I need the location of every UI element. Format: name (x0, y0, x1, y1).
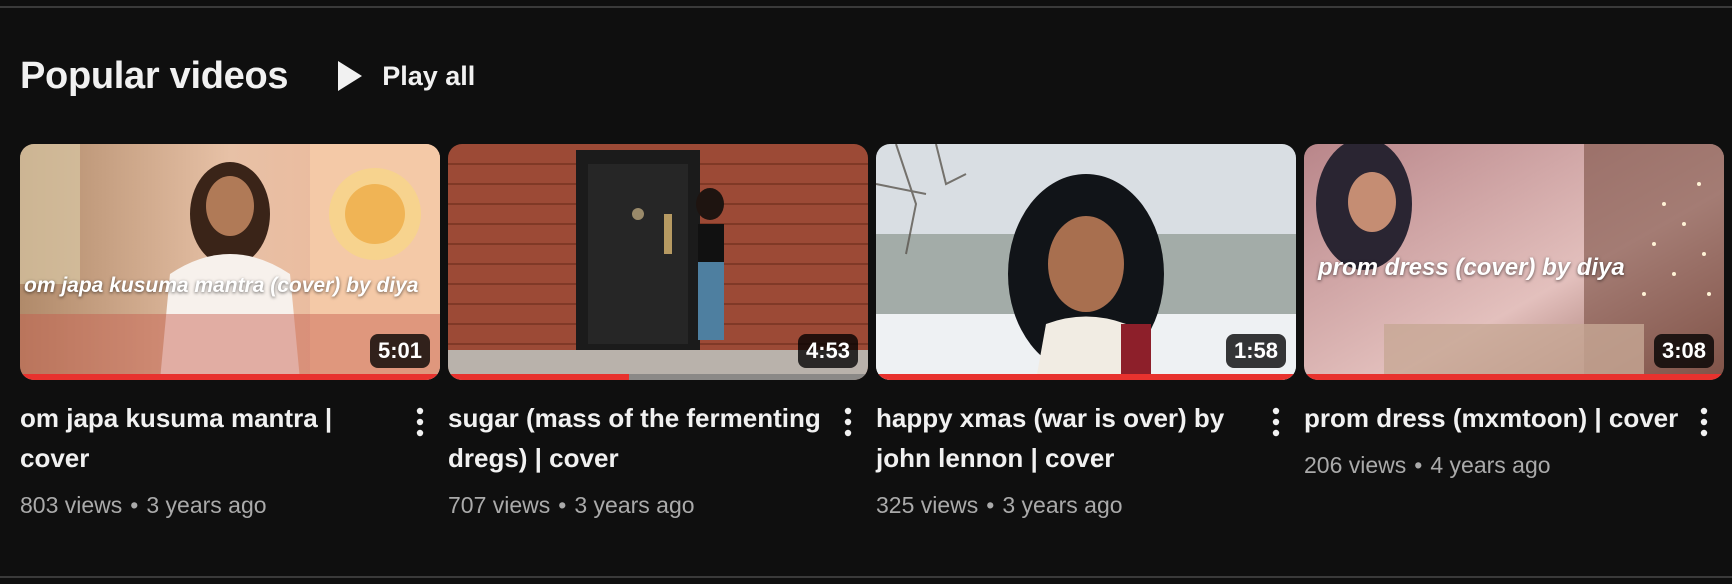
more-actions-button[interactable] (1260, 402, 1292, 442)
more-vert-icon (1272, 407, 1280, 437)
upload-age: 3 years ago (574, 492, 695, 518)
video-stats: 803 views • 3 years ago (20, 492, 396, 519)
watch-progress (876, 374, 1296, 380)
video-title[interactable]: om japa kusuma mantra | cover (20, 398, 396, 478)
video-grid: om japa kusuma mantra (cover) by diya 5:… (20, 144, 1724, 519)
thumbnail-caption: om japa kusuma mantra (cover) by diya (24, 274, 419, 297)
separator-dot: • (130, 492, 139, 518)
watch-progress (448, 374, 629, 380)
view-count: 707 views (448, 492, 551, 518)
more-vert-icon (844, 407, 852, 437)
play-icon (338, 61, 363, 91)
video-card: 1:58 happy xmas (war is over) by john le… (876, 144, 1296, 519)
view-count: 325 views (876, 492, 979, 518)
play-all-button[interactable]: Play all (336, 59, 475, 93)
shelf-title: Popular videos (20, 54, 289, 97)
video-card: prom dress (cover) by diya 3:08 prom dre… (1304, 144, 1724, 519)
bottom-divider (0, 576, 1732, 578)
video-title[interactable]: happy xmas (war is over) by john lennon … (876, 398, 1252, 478)
video-duration: 4:53 (797, 334, 858, 368)
upload-age: 4 years ago (1430, 452, 1551, 478)
video-thumbnail[interactable]: 1:58 (876, 144, 1296, 380)
separator-dot: • (558, 492, 567, 518)
watch-progress (1304, 374, 1724, 380)
video-card: 4:53 sugar (mass of the fermenting dregs… (448, 144, 868, 519)
video-title[interactable]: prom dress (mxmtoon) | cover (1304, 398, 1680, 438)
more-vert-icon (1700, 407, 1708, 437)
more-actions-button[interactable] (832, 402, 864, 442)
top-divider (0, 6, 1732, 8)
shelf-header: Popular videos Play all (20, 52, 475, 100)
video-stats: 325 views • 3 years ago (876, 492, 1252, 519)
more-actions-button[interactable] (1688, 402, 1720, 442)
view-count: 206 views (1304, 452, 1407, 478)
separator-dot: • (986, 492, 995, 518)
video-stats: 707 views • 3 years ago (448, 492, 824, 519)
thumbnail-caption: prom dress (cover) by diya (1318, 254, 1625, 281)
video-title[interactable]: sugar (mass of the fermenting dregs) | c… (448, 398, 824, 478)
more-vert-icon (416, 407, 424, 437)
video-thumbnail[interactable]: om japa kusuma mantra (cover) by diya 5:… (20, 144, 440, 380)
video-stats: 206 views • 4 years ago (1304, 452, 1680, 479)
watch-progress (20, 374, 440, 380)
video-thumbnail[interactable]: prom dress (cover) by diya 3:08 (1304, 144, 1724, 380)
video-duration: 3:08 (1653, 334, 1714, 368)
view-count: 803 views (20, 492, 123, 518)
video-duration: 5:01 (369, 334, 430, 368)
play-all-label: Play all (382, 60, 476, 91)
video-duration: 1:58 (1225, 334, 1286, 368)
video-thumbnail[interactable]: 4:53 (448, 144, 868, 380)
video-card: om japa kusuma mantra (cover) by diya 5:… (20, 144, 440, 519)
upload-age: 3 years ago (146, 492, 267, 518)
separator-dot: • (1414, 452, 1423, 478)
more-actions-button[interactable] (404, 402, 436, 442)
upload-age: 3 years ago (1002, 492, 1123, 518)
